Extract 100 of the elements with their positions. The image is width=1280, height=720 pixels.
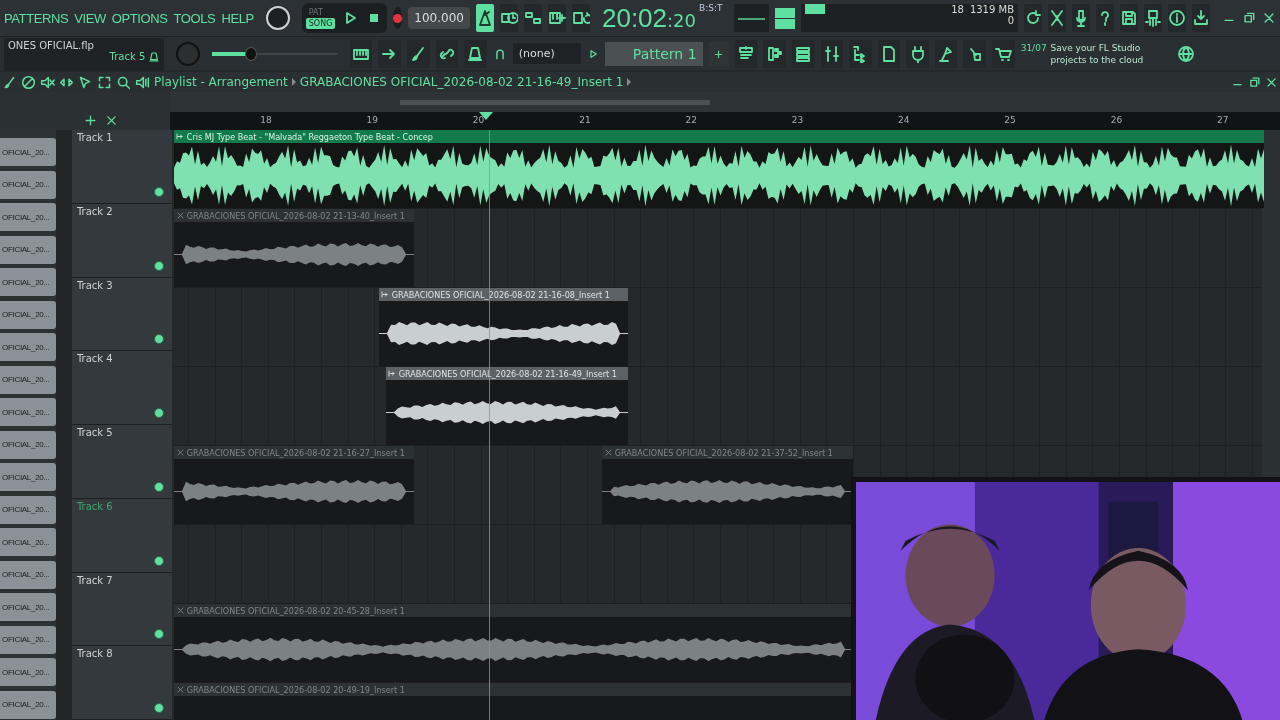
no-icon[interactable] [21,74,36,90]
toolbar-toggle[interactable] [547,4,566,32]
menu-item[interactable]: VIEW [74,10,106,26]
audio-clip[interactable]: GRABACIONES OFICIAL_2026-08-02 21-16-27_Insert 1 [173,446,414,524]
audio-clip[interactable]: GRABACIONES OFICIAL_2026-08-02 21-16-49_Insert 1 [385,367,628,445]
track-name[interactable]: Track 3 [76,279,113,291]
mute-switch[interactable] [153,260,164,271]
channel-button[interactable]: OFICIAL_20... [0,593,56,621]
file-icon[interactable] [880,44,898,63]
track-lane[interactable]: GRABACIONES OFICIAL_2026-08-02 21-13-40_Insert 1 [173,209,1262,288]
volume-slider-thumb[interactable] [244,46,257,61]
track-name[interactable]: Track 1 [76,132,113,143]
track-name[interactable]: Track 8 [76,648,113,660]
cross-icon[interactable] [105,114,118,127]
step-icon[interactable] [523,9,542,27]
channel-button[interactable]: OFICIAL_20... [0,300,56,329]
info-icon[interactable] [1168,9,1186,27]
audio-clip[interactable]: GRABACIONES OFICIAL_2026-08-02 20-45-28_Insert 1 [173,604,853,682]
close-icon[interactable] [1262,11,1276,25]
audio-clip[interactable]: Cris MJ Type Beat - "Malvada" Reggaeton Type Beat - Concep [173,130,1264,208]
channel-rack-icon[interactable] [765,44,784,63]
mute-switch[interactable] [153,334,164,345]
track-name[interactable]: Track 2 [76,205,113,217]
pointer-tool-icon[interactable] [78,74,93,90]
toolbar-toggle[interactable] [523,4,542,32]
record-button[interactable] [393,7,403,29]
channel-button[interactable]: OFICIAL_20... [0,333,56,361]
channel-button[interactable]: OFICIAL_20... [0,268,56,296]
menu-item[interactable]: PATTERNS [4,10,69,26]
channel-button[interactable]: OFICIAL_20... [0,365,56,394]
mixer-list-icon[interactable] [794,44,813,63]
slide-clip-icon[interactable] [175,132,185,141]
channel-button[interactable]: OFICIAL_20... [0,398,56,426]
toolbar-toggle[interactable] [571,4,590,32]
audio-clip[interactable]: GRABACIONES OFICIAL_2026-08-02 21-16-08_Insert 1 [378,288,628,366]
track-name[interactable]: Track 7 [76,574,113,586]
cross-icon[interactable] [603,448,613,457]
scissors-icon[interactable] [1048,9,1066,27]
menu-item[interactable]: OPTIONS [111,10,168,26]
channel-button[interactable]: OFICIAL_20... [0,625,56,654]
snap-dropdown[interactable]: (none) [512,43,581,64]
track-name[interactable]: Track 4 [76,353,113,365]
track-lane[interactable]: GRABACIONES OFICIAL_2026-08-02 21-16-49_Insert 1 [173,367,1262,446]
track-lane[interactable]: GRABACIONES OFICIAL_2026-08-02 21-16-08_Insert 1 [173,288,1262,367]
refresh-icon[interactable] [1024,9,1042,27]
toolbar-toggle[interactable] [475,4,494,32]
timeline-ruler[interactable]: 18 19 20 21 22 23 24 25 26 27 [170,112,1280,130]
download-icon[interactable] [1192,9,1210,27]
mute-switch[interactable] [153,186,164,197]
save-icon[interactable] [1120,9,1138,27]
restore-icon[interactable] [1242,11,1256,25]
channel-button[interactable]: OFICIAL_20... [0,690,56,719]
piano-plus-icon[interactable] [547,9,566,27]
pattern-selector[interactable]: Pattern 1 [604,41,703,66]
cross-icon[interactable] [175,606,185,615]
restore-icon[interactable] [1248,75,1261,89]
mute-switch[interactable] [153,555,164,566]
loop-icon[interactable] [571,9,590,27]
audio-clip[interactable]: GRABACIONES OFICIAL_2026-08-02 21-37-52_Insert 1 [601,446,853,524]
track-name[interactable]: Track 6 [76,500,113,512]
menu-item[interactable]: TOOLS [173,10,216,26]
audio-clip[interactable]: GRABACIONES OFICIAL_2026-08-02 20-49-19_Insert 1 [173,683,853,720]
mode-toggle[interactable]: PAT [305,7,336,18]
cross-icon[interactable] [175,211,185,220]
channel-button[interactable]: OFICIAL_20... [0,138,56,166]
clock-icon[interactable] [499,9,518,27]
channel-button[interactable]: OFICIAL_20... [0,170,56,199]
slide-clip-icon[interactable] [387,369,397,378]
tempo-field[interactable]: 100.000 [408,7,470,29]
speaker-icon[interactable] [135,74,150,90]
mute-switch[interactable] [153,629,164,640]
mute-switch[interactable] [153,481,164,492]
menu-item[interactable]: HELP [221,10,254,26]
track-name[interactable]: Track 5 [76,427,113,438]
close-icon[interactable] [1265,75,1278,89]
zoom-tool-icon[interactable] [116,74,131,90]
mode-toggle[interactable]: SONG [305,18,336,29]
channel-button[interactable]: OFICIAL_20... [0,560,56,589]
save-wave-icon[interactable] [1144,9,1162,27]
plus-icon[interactable] [84,114,97,127]
cross-icon[interactable] [175,685,185,694]
channel-scrollbar[interactable] [55,130,72,720]
channel-button[interactable]: OFICIAL_20... [0,495,56,524]
channel-button[interactable]: OFICIAL_20... [0,528,56,556]
news-text[interactable]: Save your FL Studio projects to the cloud [1050,41,1171,66]
globe-icon[interactable] [1176,44,1195,63]
channel-button[interactable]: OFICIAL_20... [0,463,56,491]
select-tool-icon[interactable] [97,74,112,90]
audio-clip[interactable]: GRABACIONES OFICIAL_2026-08-02 21-13-40_Insert 1 [173,209,414,287]
mute-switch[interactable] [153,408,164,418]
cross-icon[interactable] [175,448,185,457]
toolbar-toggle[interactable] [499,4,518,32]
faders-icon[interactable] [822,44,841,63]
channel-button[interactable]: OFICIAL_20... [0,235,56,264]
mute-tool-icon[interactable] [40,74,55,90]
channel-button[interactable]: OFICIAL_20... [0,203,56,231]
slide-clip-icon[interactable] [380,290,390,299]
channel-button[interactable]: OFICIAL_20... [0,658,56,686]
overview-scrollbar[interactable] [170,92,1280,112]
add-pattern-button[interactable]: + [708,41,729,66]
